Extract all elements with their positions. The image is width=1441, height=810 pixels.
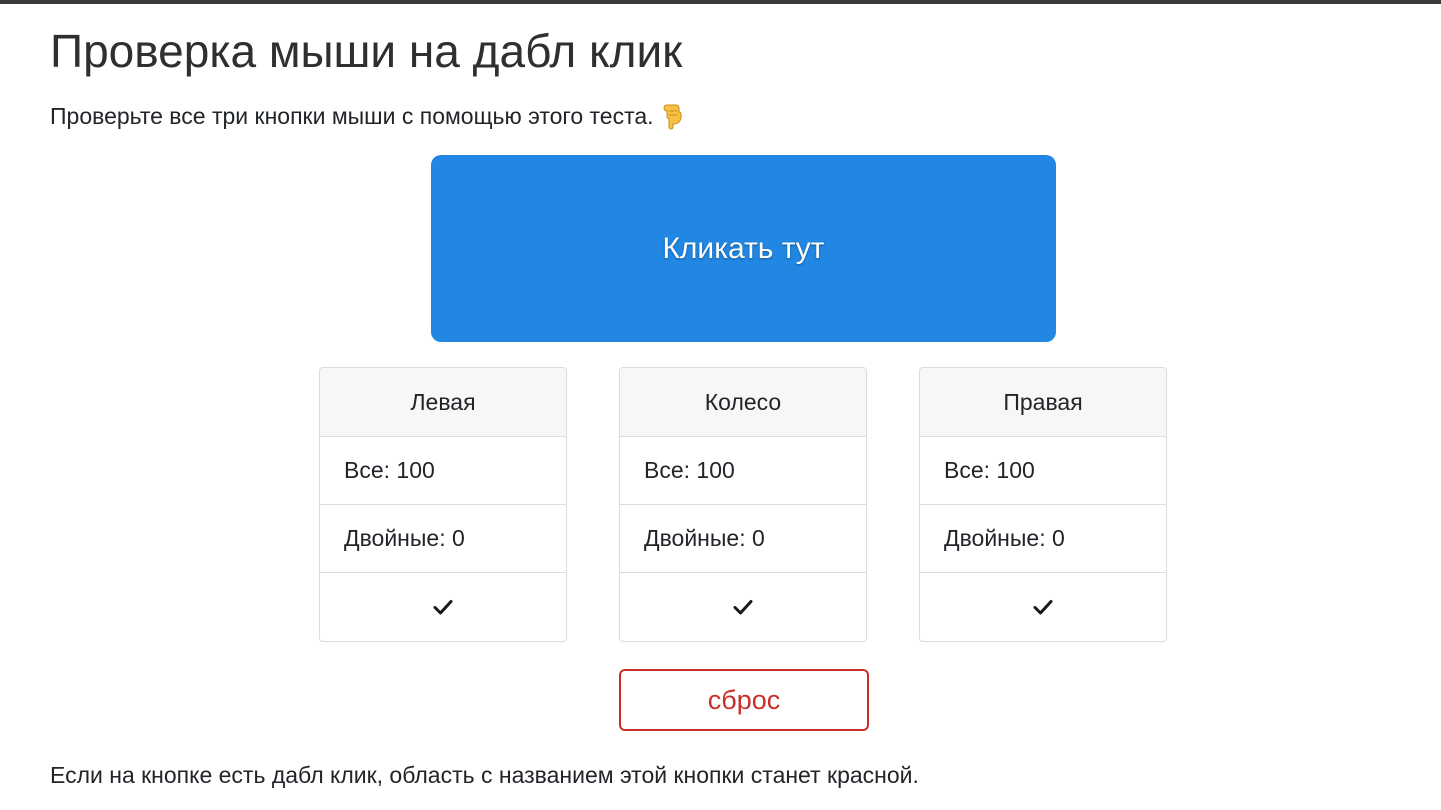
all-clicks-count: Все: 100: [920, 437, 1166, 505]
intro-text: Проверьте все три кнопки мыши с помощью …: [50, 100, 686, 132]
card-wheel-button: Колесо Все: 100 Двойные: 0: [619, 367, 867, 642]
pointing-down-hand-icon: [658, 102, 686, 130]
card-left-button: Левая Все: 100 Двойные: 0: [319, 367, 567, 642]
status-row: [620, 573, 866, 641]
footer-note: Если на кнопке есть дабл клик, область с…: [50, 762, 919, 788]
check-icon: [733, 600, 753, 615]
status-row: [320, 573, 566, 641]
card-right-button: Правая Все: 100 Двойные: 0: [919, 367, 1167, 642]
double-clicks-count: Двойные: 0: [620, 505, 866, 573]
click-area-label: Кликать тут: [662, 231, 825, 265]
double-clicks-count: Двойные: 0: [320, 505, 566, 573]
reset-button[interactable]: сброс: [619, 669, 869, 731]
check-icon: [433, 600, 453, 615]
double-clicks-count: Двойные: 0: [920, 505, 1166, 573]
card-header-wheel: Колесо: [620, 368, 866, 437]
page-title: Проверка мыши на дабл клик: [50, 25, 683, 77]
all-clicks-count: Все: 100: [620, 437, 866, 505]
status-row: [920, 573, 1166, 641]
card-header-left: Левая: [320, 368, 566, 437]
top-border: [0, 0, 1441, 4]
card-header-right: Правая: [920, 368, 1166, 437]
check-icon: [1033, 600, 1053, 615]
intro-label: Проверьте все три кнопки мыши с помощью …: [50, 103, 654, 129]
click-test-area[interactable]: Кликать тут: [431, 155, 1056, 342]
all-clicks-count: Все: 100: [320, 437, 566, 505]
